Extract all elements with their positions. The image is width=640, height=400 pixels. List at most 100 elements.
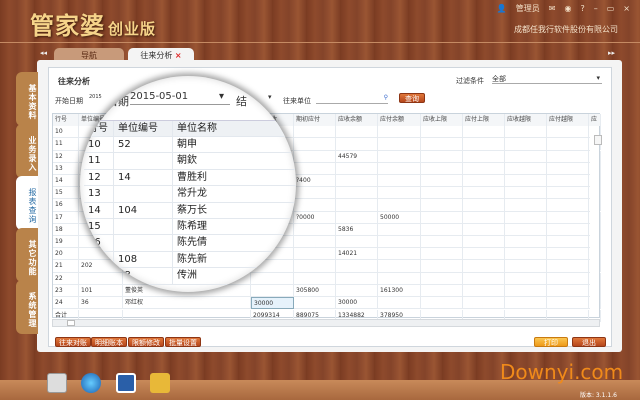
table-cell[interactable]	[589, 223, 601, 236]
table-cell[interactable]	[505, 138, 547, 151]
reconcile-button[interactable]: 往来对账	[55, 337, 91, 347]
table-cell[interactable]	[294, 260, 336, 273]
table-cell[interactable]	[505, 126, 547, 139]
table-cell[interactable]	[547, 199, 589, 212]
unit-input[interactable]: ⚲	[316, 94, 388, 104]
table-cell[interactable]	[547, 297, 589, 309]
table-cell[interactable]: 10	[53, 126, 79, 139]
table-cell[interactable]	[336, 260, 378, 273]
table-cell[interactable]	[421, 187, 463, 200]
weibo-icon[interactable]: ◉	[565, 4, 572, 13]
vertical-scrollbar[interactable]	[594, 135, 602, 145]
table-cell[interactable]: 20	[53, 248, 79, 261]
globe-dock-icon[interactable]	[81, 373, 101, 393]
table-cell[interactable]	[463, 223, 505, 236]
table-cell[interactable]	[589, 175, 601, 187]
table-cell[interactable]: 12	[53, 150, 79, 163]
table-cell[interactable]	[421, 126, 463, 139]
table-cell[interactable]	[505, 236, 547, 248]
table-cell[interactable]: 161300	[378, 284, 421, 297]
table-cell[interactable]	[505, 260, 547, 273]
mag-date-input[interactable]: 2015-05-01 ▾	[130, 91, 230, 105]
search-icon[interactable]: ⚲	[384, 94, 388, 101]
table-cell[interactable]: 期初应付	[294, 114, 336, 126]
query-button[interactable]: 查询	[399, 93, 425, 103]
table-cell[interactable]	[547, 284, 589, 297]
sidebar-item-other[interactable]: 其它功能	[16, 228, 38, 282]
table-cell[interactable]: 21	[53, 260, 79, 273]
table-cell[interactable]	[294, 272, 336, 285]
table-cell[interactable]	[463, 187, 505, 200]
table-cell[interactable]: 44579	[336, 150, 378, 163]
batch-settings-button[interactable]: 批量设置	[165, 337, 201, 347]
table-cell[interactable]	[421, 284, 463, 297]
table-cell[interactable]	[336, 272, 378, 285]
table-cell[interactable]	[463, 284, 505, 297]
table-cell[interactable]	[378, 260, 421, 273]
table-cell[interactable]: 应收越限	[505, 114, 547, 126]
table-cell[interactable]: 23	[53, 284, 79, 297]
table-cell[interactable]	[589, 211, 601, 224]
table-cell[interactable]	[378, 187, 421, 200]
table-cell[interactable]	[547, 248, 589, 261]
horizontal-scrollbar[interactable]	[52, 319, 600, 327]
table-cell[interactable]: 50000	[378, 211, 421, 224]
table-cell[interactable]: 16	[53, 199, 79, 212]
table-cell[interactable]	[505, 211, 547, 224]
table-cell[interactable]	[547, 162, 589, 175]
table-cell[interactable]	[589, 199, 601, 212]
sidebar-item-basic[interactable]: 基本资料	[16, 72, 38, 126]
table-cell[interactable]	[421, 162, 463, 175]
table-cell[interactable]: 应付余额	[378, 114, 421, 126]
table-cell[interactable]	[547, 260, 589, 273]
table-cell[interactable]: 邓红权	[123, 297, 251, 309]
table-cell[interactable]	[421, 272, 463, 285]
table-cell[interactable]: 24	[53, 297, 79, 309]
table-cell[interactable]	[589, 162, 601, 175]
table-cell[interactable]	[378, 162, 421, 175]
table-cell[interactable]	[251, 284, 294, 297]
table-cell[interactable]: 应收上限	[421, 114, 463, 126]
minimize-button[interactable]: –	[594, 4, 598, 13]
table-cell[interactable]	[421, 175, 463, 187]
table-cell[interactable]	[589, 248, 601, 261]
maximize-button[interactable]: ▭	[607, 4, 615, 13]
table-cell[interactable]	[505, 187, 547, 200]
table-cell[interactable]	[547, 223, 589, 236]
close-tab-icon[interactable]: ×	[175, 51, 182, 60]
filter-select[interactable]: 全部 ▾	[492, 74, 602, 84]
table-cell[interactable]	[589, 236, 601, 248]
table-cell[interactable]	[421, 297, 463, 309]
table-cell[interactable]	[294, 162, 336, 175]
table-cell[interactable]	[378, 272, 421, 285]
table-cell[interactable]	[589, 260, 601, 273]
table-cell[interactable]	[378, 150, 421, 163]
user-name[interactable]: 管理员	[516, 3, 540, 14]
table-cell[interactable]	[294, 126, 336, 139]
table-cell[interactable]	[421, 211, 463, 224]
table-cell[interactable]: 行号	[53, 114, 79, 126]
table-cell[interactable]	[294, 187, 336, 200]
table-cell[interactable]	[378, 248, 421, 261]
table-cell[interactable]	[463, 260, 505, 273]
table-cell[interactable]	[505, 284, 547, 297]
table-cell[interactable]	[505, 272, 547, 285]
table-cell[interactable]: 应付越限	[547, 114, 589, 126]
close-button[interactable]: ×	[623, 4, 630, 13]
table-cell[interactable]: 应	[589, 114, 601, 126]
table-cell[interactable]	[505, 150, 547, 163]
table-cell[interactable]	[294, 138, 336, 151]
table-cell[interactable]	[505, 175, 547, 187]
table-cell[interactable]	[463, 297, 505, 309]
user-icon[interactable]: 👤	[497, 4, 507, 13]
scroll-thumb[interactable]	[67, 320, 75, 326]
table-cell[interactable]	[463, 150, 505, 163]
table-cell[interactable]	[589, 284, 601, 297]
table-cell[interactable]: 14	[53, 175, 79, 187]
table-cell[interactable]	[547, 236, 589, 248]
table-cell[interactable]: 14021	[336, 248, 378, 261]
settings-dock-icon[interactable]	[47, 373, 67, 393]
table-cell[interactable]	[336, 175, 378, 187]
table-cell[interactable]	[547, 211, 589, 224]
table-cell[interactable]	[463, 211, 505, 224]
